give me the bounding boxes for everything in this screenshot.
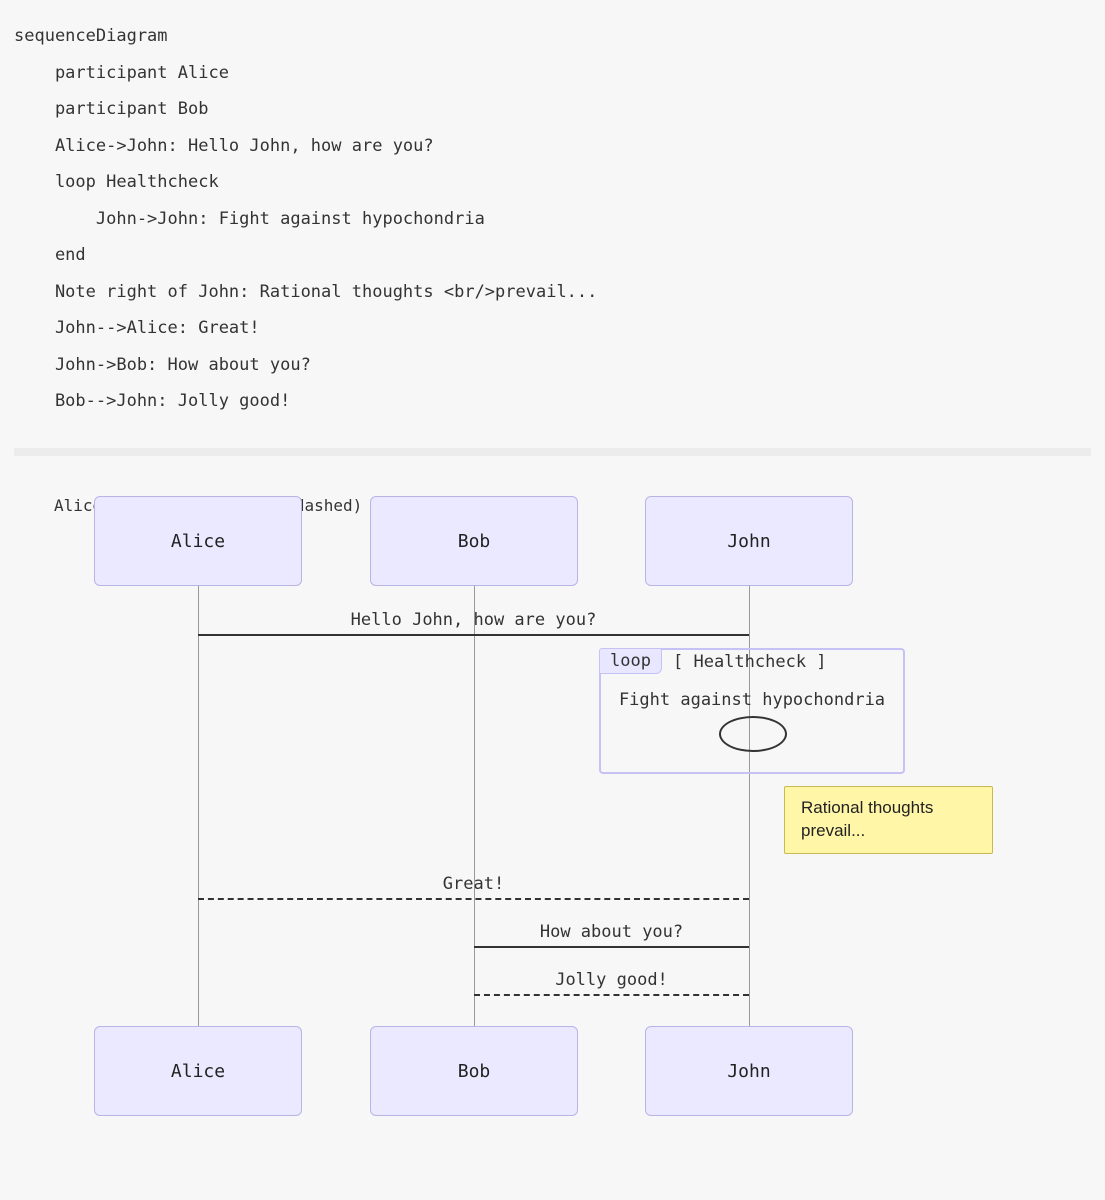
loop-message-label: Fight against hypochondria [615,690,889,710]
actor-label: Bob [458,531,491,552]
actor-label: John [727,531,770,552]
divider [14,448,1091,456]
code-line: end [14,245,86,265]
code-line: loop Healthcheck [14,172,219,192]
self-message-loop-icon [719,716,787,752]
code-line: John->John: Fight against hypochondria [14,209,485,229]
actor-alice-bottom: Alice [94,1026,302,1116]
lifeline-bob [474,586,475,1026]
message-label: How about you? [474,922,749,942]
actor-label: John [727,1061,770,1082]
lifeline-alice [198,586,199,1026]
note-line: prevail... [801,820,976,843]
message-line [474,994,749,996]
message-label: Jolly good! [474,970,749,990]
message-line [198,898,749,900]
note-line: Rational thoughts [801,797,976,820]
message-label: Great! [198,874,749,894]
code-line: participant Alice [14,63,229,83]
actor-alice-top: Alice [94,496,302,586]
loop-tag: loop [599,648,662,674]
actor-bob-bottom: Bob [370,1026,578,1116]
code-line: participant Bob [14,99,208,119]
code-line: John->Bob: How about you? [14,355,311,375]
actor-john-top: John [645,496,853,586]
note-rational-thoughts: Rational thoughts prevail... [784,786,993,854]
code-line: sequenceDiagram [14,26,168,46]
source-code-block: sequenceDiagram participant Alice partic… [14,18,1091,420]
code-line: Bob-->John: Jolly good! [14,391,290,411]
actor-bob-top: Bob [370,496,578,586]
actor-label: Alice [171,1061,225,1082]
code-line: John-->Alice: Great! [14,318,260,338]
loop-healthcheck: loop [ Healthcheck ] Fight against hypoc… [599,648,905,774]
message-label: Hello John, how are you? [198,610,749,630]
message-line [474,946,749,948]
code-line: Alice->John: Hello John, how are you? [14,136,434,156]
message-line [198,634,749,636]
sequence-diagram: Alice Bob John Hello John, how are you? … [54,496,1051,1116]
actor-label: Bob [458,1061,491,1082]
code-line: Note right of John: Rational thoughts <b… [14,282,597,302]
actor-john-bottom: John [645,1026,853,1116]
actor-label: Alice [171,531,225,552]
loop-title: [ Healthcheck ] [673,652,827,672]
